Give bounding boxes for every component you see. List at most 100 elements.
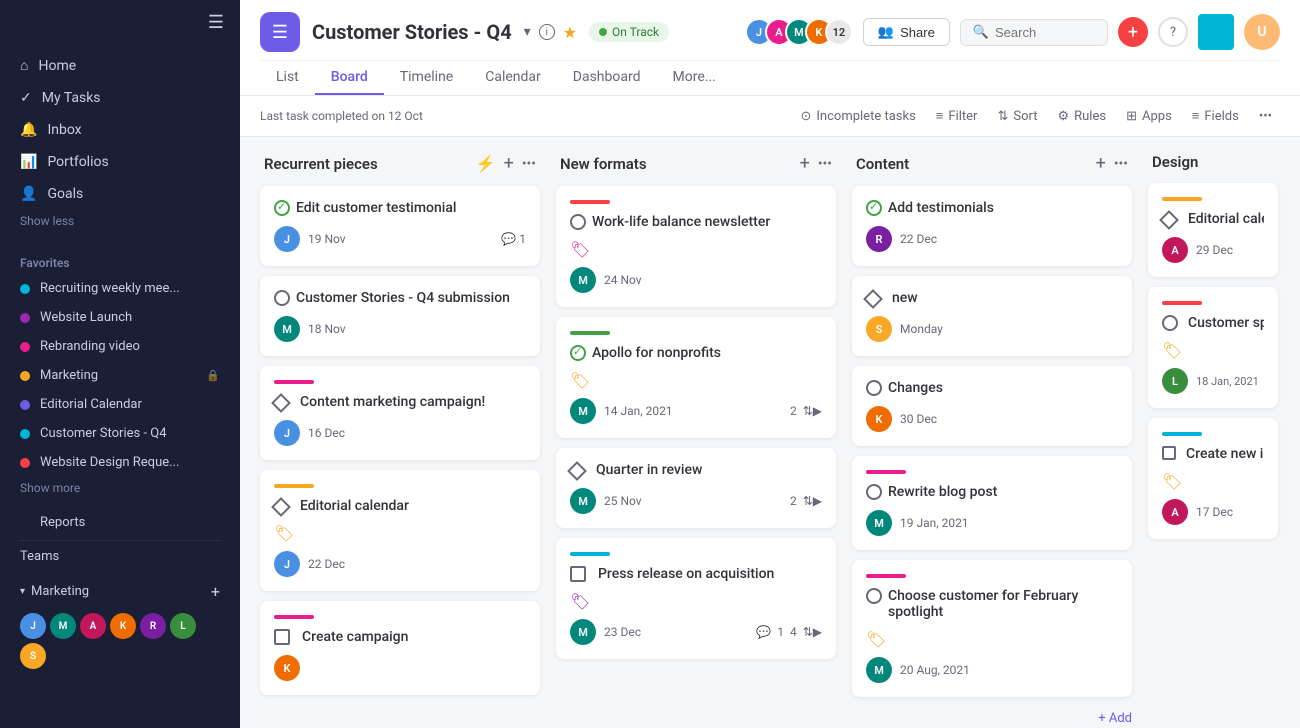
fields-button[interactable]: ≡ Fields	[1184, 104, 1247, 128]
rules-icon: ⚙	[1057, 109, 1069, 124]
show-less-toggle[interactable]: Show less	[0, 210, 240, 236]
color-bar	[1162, 301, 1202, 305]
check-icon: ✓	[20, 90, 32, 106]
card-choose-customer: Choose customer for February spotlight 🏷…	[852, 560, 1132, 697]
avatar: A	[1162, 237, 1188, 263]
tab-calendar[interactable]: Calendar	[469, 61, 557, 95]
tab-board[interactable]: Board	[315, 61, 384, 95]
main-area: ☰ Customer Stories - Q4 ▾ i ★ On Track J…	[240, 0, 1300, 728]
sidebar-item-portfolios[interactable]: 📊 Portfolios	[0, 146, 240, 178]
sidebar-item-website-design[interactable]: Website Design Reque...	[0, 448, 240, 477]
sidebar-item-website-launch[interactable]: Website Launch	[0, 303, 240, 332]
team-avatars: J M A K R L S	[20, 609, 220, 677]
card-rewrite-blog: Rewrite blog post M 19 Jan, 2021	[852, 456, 1132, 550]
add-column-item-recurrent[interactable]: +	[504, 153, 514, 174]
avatar: R	[140, 613, 166, 639]
diamond-icon	[271, 497, 291, 517]
avatar: J	[274, 420, 300, 446]
diamond-icon	[271, 393, 291, 413]
chevron-down-icon: ▾	[20, 586, 25, 597]
card-customer-spo: Customer spo... 🏷 L 18 Jan, 2021	[1148, 287, 1278, 408]
search-icon: 🔍	[973, 25, 989, 40]
check-icon	[570, 214, 586, 230]
card-create-campaign: Create campaign K	[260, 601, 540, 695]
sidebar-item-reports[interactable]: Reports	[20, 507, 220, 538]
sidebar-toggle[interactable]: ☰	[208, 12, 224, 33]
chevron-down-icon[interactable]: ▾	[524, 24, 531, 40]
check-done-icon	[570, 345, 586, 361]
sidebar-item-inbox[interactable]: 🔔 Inbox	[0, 114, 240, 146]
sidebar-nav: ⌂ Home ✓ My Tasks 🔔 Inbox 📊 Portfolios 👤…	[0, 45, 240, 240]
sidebar-item-goals[interactable]: 👤 Goals	[0, 178, 240, 210]
column-header-design: Design	[1148, 153, 1278, 171]
avatar: M	[570, 619, 596, 645]
favorites-label: Favorites	[0, 244, 240, 274]
diamond-icon	[567, 461, 587, 481]
incomplete-tasks-filter[interactable]: ⊙ Incomplete tasks	[792, 105, 923, 128]
check-done-icon	[866, 200, 882, 216]
sort-button[interactable]: ⇅ Sort	[989, 105, 1045, 128]
sidebar-item-rebranding[interactable]: Rebranding video	[0, 332, 240, 361]
sidebar-item-editorial[interactable]: Editorial Calendar	[0, 390, 240, 419]
filter-icon: ≡	[936, 108, 944, 124]
search-input[interactable]	[995, 25, 1095, 40]
tag-icon-pink: 🏷	[570, 240, 822, 259]
column-more-new-formats[interactable]: •••	[818, 156, 832, 172]
sidebar-item-customer-stories[interactable]: Customer Stories - Q4	[0, 419, 240, 448]
share-button[interactable]: 👥 Share	[863, 18, 950, 46]
more-options-button[interactable]: •••	[1251, 105, 1280, 128]
apps-button[interactable]: ⊞ Apps	[1118, 105, 1180, 128]
add-column-item-new-formats[interactable]: +	[800, 153, 810, 174]
avatar: K	[110, 613, 136, 639]
avatar: L	[170, 613, 196, 639]
rules-button[interactable]: ⚙ Rules	[1049, 105, 1114, 128]
tab-dashboard[interactable]: Dashboard	[557, 61, 657, 95]
sidebar-item-marketing[interactable]: Marketing 🔒	[0, 361, 240, 390]
last-task-label: Last task completed on 12 Oct	[260, 109, 423, 123]
home-icon: ⌂	[20, 57, 28, 74]
column-more-recurrent[interactable]: •••	[522, 156, 536, 172]
diamond-icon	[863, 289, 883, 309]
header: ☰ Customer Stories - Q4 ▾ i ★ On Track J…	[240, 0, 1300, 96]
filter-button[interactable]: ≡ Filter	[928, 104, 986, 128]
info-icon[interactable]: i	[539, 24, 555, 40]
tab-list[interactable]: List	[260, 61, 315, 95]
avatar: A	[80, 613, 106, 639]
card-edit-testimonial: Edit customer testimonial J 19 Nov 💬 1	[260, 186, 540, 266]
card-editorial-calendar: Editorial calendar 🏷 J 22 Dec	[260, 470, 540, 591]
sort-icon: ⇅	[997, 109, 1008, 124]
toolbar-right: ⊙ Incomplete tasks ≡ Filter ⇅ Sort ⚙ Rul…	[792, 104, 1280, 128]
avatar: M	[570, 398, 596, 424]
sidebar-item-my-tasks[interactable]: ✓ My Tasks	[0, 82, 240, 114]
avatar: M	[866, 657, 892, 683]
column-new-formats: New formats + ••• Work-life balance news…	[556, 153, 836, 669]
card-changes: Changes K 30 Dec	[852, 366, 1132, 446]
fav-dot	[20, 400, 30, 410]
sidebar-item-home[interactable]: ⌂ Home	[0, 49, 240, 82]
column-content: Content + ••• Add testimonials R 22 Dec …	[852, 153, 1132, 728]
reports-section: Reports Teams	[0, 507, 240, 570]
help-button[interactable]: ?	[1158, 17, 1188, 47]
teams-marketing-header[interactable]: ▾ Marketing +	[20, 574, 220, 609]
add-team-icon[interactable]: +	[211, 582, 220, 601]
lock-icon: 🔒	[206, 369, 220, 382]
avatar: M	[866, 510, 892, 536]
column-recurrent: Recurrent pieces ⚡ + ••• Edit customer t…	[260, 153, 540, 705]
avatar: J	[274, 226, 300, 252]
color-bar	[866, 574, 906, 578]
tab-more[interactable]: More...	[657, 61, 732, 95]
tag-icon: 🏷	[274, 524, 526, 543]
add-item-button[interactable]: + Add	[1098, 711, 1132, 726]
column-design: Design Editorial cale... A 29 Dec Custom…	[1148, 153, 1278, 549]
star-icon[interactable]: ★	[563, 23, 577, 42]
user-avatar[interactable]: U	[1244, 14, 1280, 50]
add-column-item-content[interactable]: +	[1096, 153, 1106, 174]
sidebar-item-recruiting[interactable]: Recruiting weekly mee...	[0, 274, 240, 303]
check-icon	[866, 588, 882, 604]
tag-icon: 🏷	[866, 630, 1118, 649]
add-button[interactable]: +	[1118, 17, 1148, 47]
show-more-toggle[interactable]: Show more	[0, 477, 240, 503]
column-more-content[interactable]: •••	[1114, 156, 1128, 172]
tab-timeline[interactable]: Timeline	[384, 61, 469, 95]
fav-dot	[20, 342, 30, 352]
